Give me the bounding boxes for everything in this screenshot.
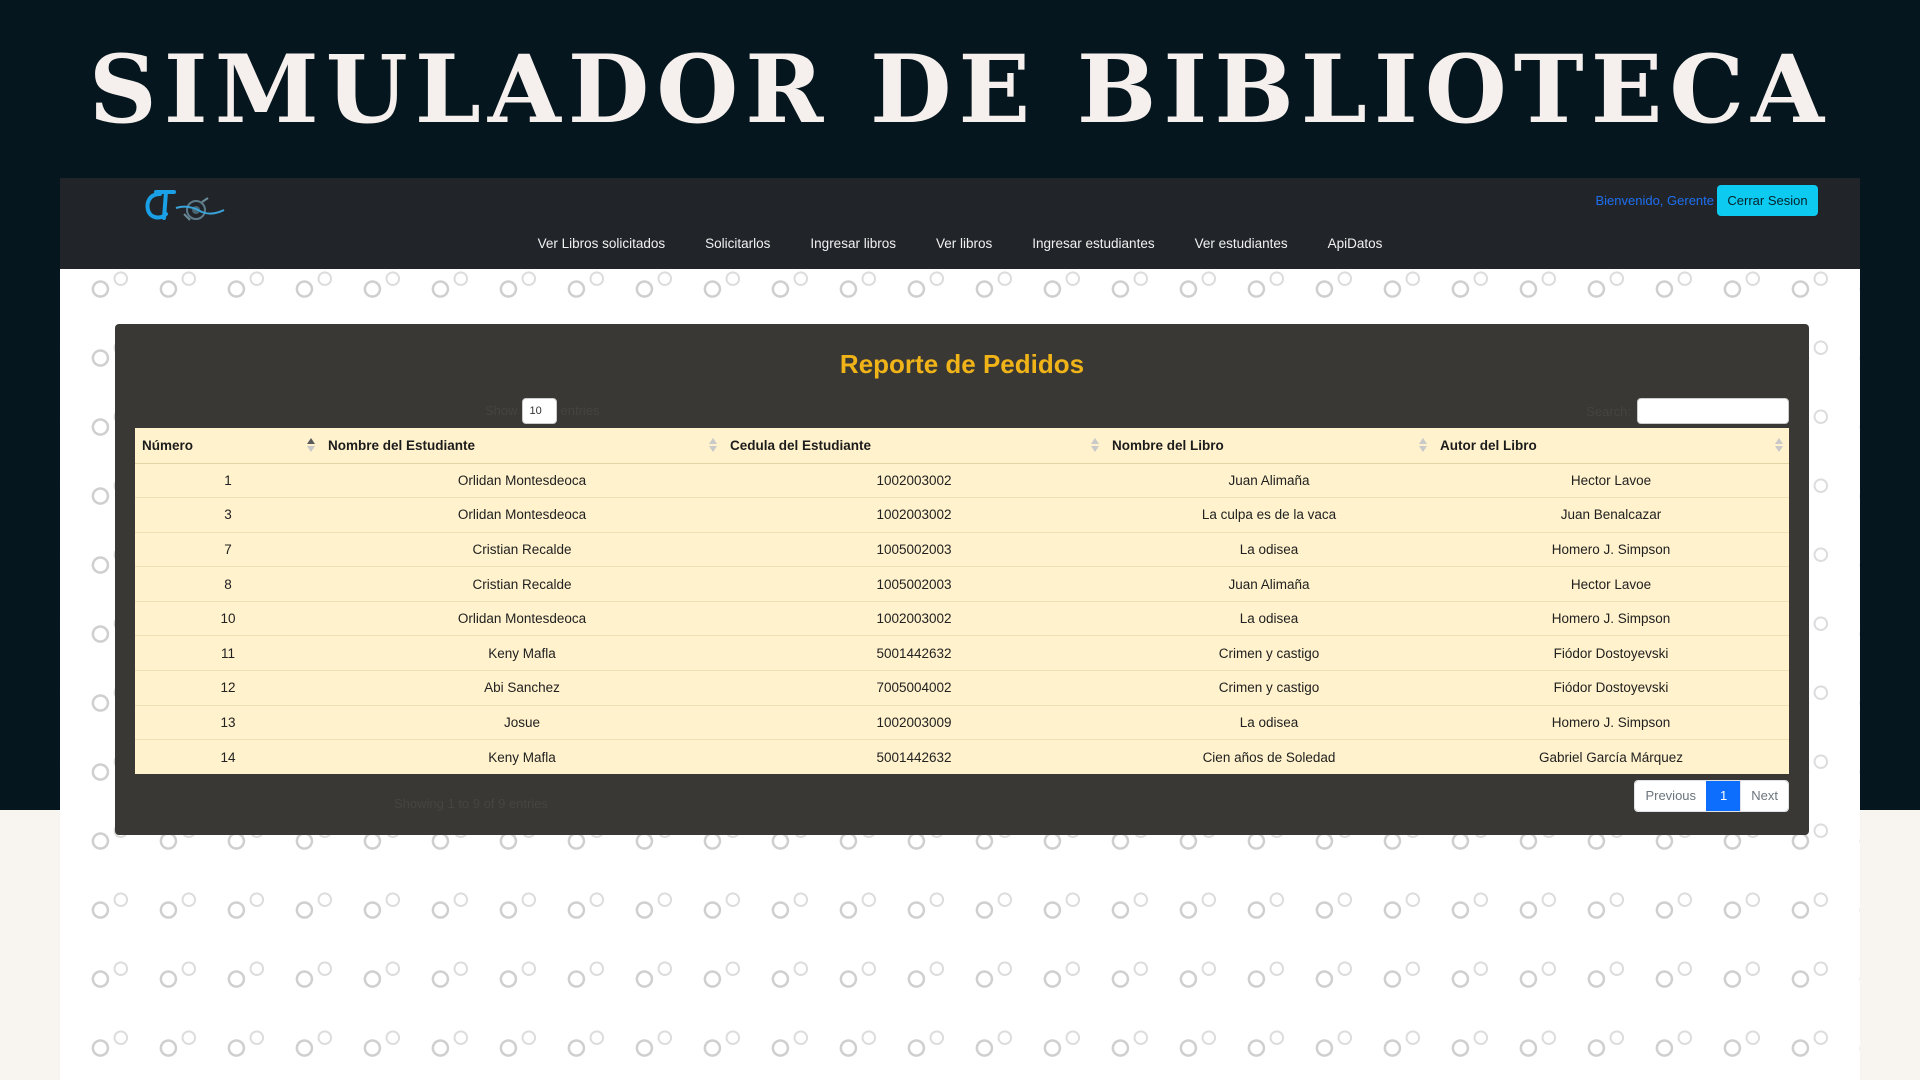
nav-link-ingresar-estudiantes[interactable]: Ingresar estudiantes: [1012, 232, 1174, 256]
table-header-row: Número Nombre del Estudiante Cedula del …: [135, 428, 1789, 464]
app-window: Bienvenido, Gerente Cerrar Sesion Ver Li…: [60, 178, 1860, 1080]
page-title: Reporte de Pedidos: [839, 349, 1085, 379]
nav-link-ver-libros[interactable]: Ver libros: [916, 232, 1012, 256]
cell-cedula: 1005002003: [723, 566, 1105, 602]
nav-menu: Ver Libros solicitados Solicitarlos Ingr…: [60, 232, 1860, 256]
cell-cedula: 1002003002: [723, 463, 1105, 499]
banner-title: SIMULADOR DE BIBLIOTECA: [88, 35, 1832, 145]
cell-libro: Crimen y castigo: [1105, 670, 1433, 706]
cell-libro: La odisea: [1105, 601, 1433, 637]
cell-numero: 13: [135, 705, 321, 741]
logout-button[interactable]: Cerrar Sesion: [1717, 185, 1818, 216]
cell-numero: 1: [135, 463, 321, 499]
sort-icon: [1775, 437, 1783, 453]
column-header-nombre-estudiante[interactable]: Nombre del Estudiante: [321, 428, 723, 464]
cell-cedula: 5001442632: [723, 635, 1105, 672]
length-prefix-label: Show: [485, 403, 518, 418]
cell-numero: 7: [135, 532, 321, 568]
cell-numero: 11: [135, 635, 321, 672]
next-page-button[interactable]: Next: [1740, 781, 1788, 811]
table-row: 14 Keny Mafla 5001442632 Cien años de So…: [135, 740, 1789, 775]
cell-estudiante: Orlidan Montesdeoca: [321, 497, 723, 533]
cell-autor: Gabriel García Márquez: [1538, 749, 1684, 765]
previous-page-button[interactable]: Previous: [1635, 781, 1707, 811]
search-label: Search:: [1586, 403, 1631, 419]
cell-autor: Homero J. Simpson: [1433, 532, 1789, 568]
column-header-nombre-libro[interactable]: Nombre del Libro: [1105, 428, 1433, 464]
cell-libro: La odisea: [1105, 705, 1433, 741]
table-row: 1 Orlidan Montesdeoca 1002003002 Juan Al…: [135, 463, 1789, 499]
cell-libro: Cien años de Soledad: [1202, 749, 1336, 765]
column-header-numero[interactable]: Número: [135, 428, 321, 464]
cell-estudiante: Orlidan Montesdeoca: [321, 463, 723, 499]
cell-numero: 14: [220, 749, 236, 765]
cell-cedula: 1005002003: [723, 532, 1105, 568]
navbar: Bienvenido, Gerente Cerrar Sesion Ver Li…: [60, 178, 1860, 269]
column-header-cedula-estudiante[interactable]: Cedula del Estudiante: [723, 428, 1105, 464]
cell-numero: 12: [135, 670, 321, 706]
nav-link-ver-libros-solicitados[interactable]: Ver Libros solicitados: [518, 232, 686, 256]
entries-length-control: Show 10 entries: [485, 398, 600, 424]
table-row: 7 Cristian Recalde 1005002003 La odisea …: [135, 532, 1789, 568]
page-1-button[interactable]: 1: [1706, 781, 1741, 811]
report-table-wrapper: Número Nombre del Estudiante Cedula del …: [135, 428, 1789, 775]
table-row: 13 Josue 1002003009 La odisea Homero J. …: [135, 705, 1789, 741]
cell-cedula: 1002003009: [723, 705, 1105, 741]
welcome-text: Bienvenido, Gerente: [1595, 193, 1714, 208]
cell-autor: Hector Lavoe: [1433, 463, 1789, 499]
cell-autor: Homero J. Simpson: [1433, 601, 1789, 637]
cell-cedula: 5001442632: [876, 749, 952, 765]
pagination: Previous 1 Next: [1634, 780, 1789, 812]
column-header-autor-libro[interactable]: Autor del Libro: [1433, 428, 1789, 464]
nav-link-apidatos[interactable]: ApiDatos: [1308, 232, 1403, 256]
cell-autor: Homero J. Simpson: [1433, 705, 1789, 741]
table-info: Showing 1 to 9 of 9 entries: [394, 796, 548, 811]
nav-link-ingresar-libros[interactable]: Ingresar libros: [790, 232, 916, 256]
sort-asc-icon: [307, 437, 315, 453]
cell-estudiante: Orlidan Montesdeoca: [321, 601, 723, 637]
cell-libro: Crimen y castigo: [1105, 635, 1433, 672]
cell-libro: La culpa es de la vaca: [1105, 497, 1433, 533]
cell-cedula: 7005004002: [723, 670, 1105, 706]
cell-estudiante: Keny Mafla: [488, 749, 556, 765]
cell-autor: Fiódor Dostoyevski: [1433, 670, 1789, 706]
cell-autor: Juan Benalcazar: [1433, 497, 1789, 533]
sort-icon: [1419, 437, 1427, 453]
table-row: 12 Abi Sanchez 7005004002 Crimen y casti…: [135, 670, 1789, 706]
cell-numero: 3: [135, 497, 321, 533]
cell-libro: Juan Alimaña: [1105, 463, 1433, 499]
cell-estudiante: Cristian Recalde: [321, 566, 723, 602]
cell-numero: 10: [135, 601, 321, 637]
cell-autor: Fiódor Dostoyevski: [1433, 635, 1789, 672]
cell-estudiante: Cristian Recalde: [321, 532, 723, 568]
sort-icon: [1091, 437, 1099, 453]
cell-libro: La odisea: [1105, 532, 1433, 568]
search-input[interactable]: [1637, 398, 1789, 424]
table-row: 11 Keny Mafla 5001442632 Crimen y castig…: [135, 635, 1789, 672]
table-search: Search:: [1586, 398, 1789, 424]
nav-link-solicitarlos[interactable]: Solicitarlos: [685, 232, 790, 256]
length-suffix-label: entries: [560, 403, 600, 418]
cell-libro: Juan Alimaña: [1105, 566, 1433, 602]
table-row: 10 Orlidan Montesdeoca 1002003002 La odi…: [135, 601, 1789, 637]
table-row: 8 Cristian Recalde 1005002003 Juan Alima…: [135, 566, 1789, 602]
cell-estudiante: Josue: [321, 705, 723, 741]
report-table: Número Nombre del Estudiante Cedula del …: [135, 428, 1789, 775]
table-row: 3 Orlidan Montesdeoca 1002003002 La culp…: [135, 497, 1789, 533]
sort-icon: [709, 437, 717, 453]
cell-estudiante: Abi Sanchez: [321, 670, 723, 706]
report-panel: Reporte de Pedidos Show 10 entries Searc…: [115, 324, 1809, 835]
logo-icon[interactable]: [144, 184, 234, 230]
nav-link-ver-estudiantes[interactable]: Ver estudiantes: [1175, 232, 1308, 256]
entries-length-select[interactable]: 10: [521, 398, 557, 424]
cell-numero: 8: [135, 566, 321, 602]
cell-cedula: 1002003002: [723, 497, 1105, 533]
cell-autor: Hector Lavoe: [1433, 566, 1789, 602]
cell-cedula: 1002003002: [723, 601, 1105, 637]
cell-estudiante: Keny Mafla: [321, 635, 723, 672]
